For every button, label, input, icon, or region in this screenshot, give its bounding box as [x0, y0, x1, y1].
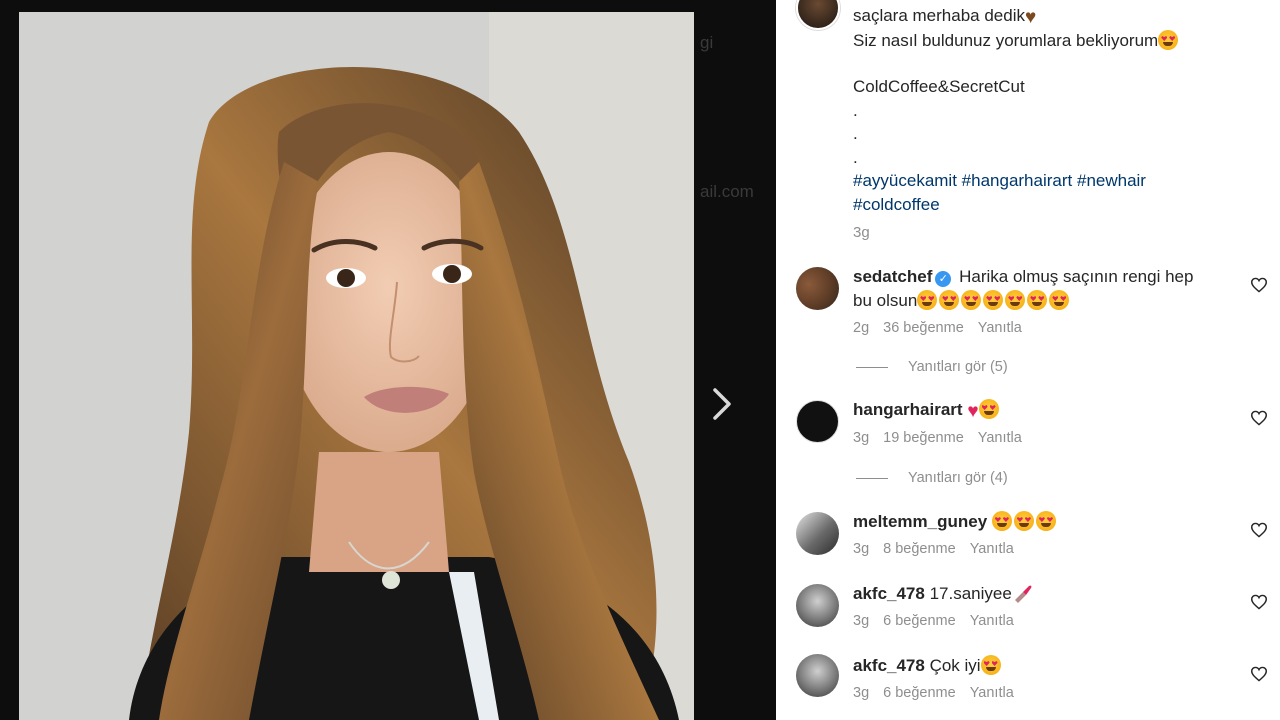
next-photo-button[interactable] — [706, 382, 738, 426]
comment-meta: 3g 6 beğenme Yanıtla — [853, 613, 1014, 629]
comment-body: meltemm_guney — [853, 510, 1233, 534]
caption-line: ColdCoffee&SecretCut — [853, 77, 1025, 96]
commenter-avatar[interactable] — [796, 584, 839, 627]
lipstick-emoji — [1014, 585, 1032, 603]
star-struck-emoji — [1158, 30, 1179, 50]
chevron-right-icon — [713, 388, 731, 420]
caption-time[interactable]: 3g — [853, 224, 870, 241]
portrait-illustration — [19, 12, 694, 720]
comment-time[interactable]: 3g — [853, 541, 869, 557]
heart-outline-icon[interactable] — [1250, 522, 1268, 538]
hashtag-link[interactable]: #ayyücekamit — [853, 171, 957, 190]
comment-body: akfc_478 17.saniyee — [853, 582, 1233, 606]
heart-eyes-emoji — [978, 399, 999, 419]
commenter-avatar[interactable] — [796, 654, 839, 697]
hashtag-link[interactable]: #coldcoffee — [853, 195, 940, 214]
comment-time[interactable]: 3g — [853, 685, 869, 701]
comment-meta: 3g 6 beğenme Yanıtla — [853, 685, 1014, 701]
caption-line: Siz nasıl buldunuz yorumlara bekliyorum — [853, 30, 1180, 51]
verified-badge-icon: ✓ — [935, 271, 952, 287]
commenter-username[interactable]: meltemm_guney — [853, 512, 987, 531]
brown-heart-emoji: ♥ — [1024, 7, 1037, 28]
backdrop-text: ail.com — [700, 182, 754, 201]
backdrop-text: gi — [700, 33, 714, 52]
heart-eyes-emoji — [1013, 511, 1034, 531]
comments-panel: saçlara merhaba dedik♥ Siz nasıl buldunu… — [776, 0, 1280, 720]
heart-outline-icon[interactable] — [1250, 594, 1268, 610]
commenter-avatar[interactable] — [796, 400, 839, 443]
hashtag-line: #coldcoffee — [853, 195, 940, 215]
reply-button[interactable]: Yanıtla — [970, 685, 1014, 701]
caption-dot: . — [853, 101, 858, 120]
comment-body: hangarhairart ♥ — [853, 398, 1233, 424]
divider — [856, 366, 888, 368]
commenter-avatar[interactable] — [796, 267, 839, 310]
hashtag-line: #ayyücekamit #hangarhairart #newhair — [853, 171, 1146, 191]
commenter-avatar[interactable] — [796, 512, 839, 555]
heart-eyes-emoji — [980, 655, 1001, 675]
view-replies-button[interactable]: Yanıtları gör (4) — [856, 470, 1008, 486]
star-struck-emoji — [939, 290, 960, 310]
comment-text: Harika olmuş saçının rengi hep — [959, 267, 1194, 286]
caption-dot: . — [853, 124, 858, 143]
comment-meta: 3g 19 beğenme Yanıtla — [853, 430, 1022, 446]
heart-eyes-emoji — [991, 511, 1012, 531]
author-avatar[interactable] — [796, 0, 840, 30]
star-struck-emoji — [917, 290, 938, 310]
star-struck-emoji — [1005, 290, 1026, 310]
caption-dot: . — [853, 148, 858, 167]
caption-line: saçlara merhaba dedik♥ — [853, 6, 1037, 28]
post-photo[interactable] — [19, 12, 694, 720]
divider — [856, 477, 888, 479]
commenter-username[interactable]: sedatchef — [853, 267, 932, 286]
comment-likes[interactable]: 36 beğenme — [883, 320, 964, 336]
comment-body: akfc_478 Çok iyi — [853, 654, 1233, 678]
heart-outline-icon[interactable] — [1250, 410, 1268, 426]
reply-button[interactable]: Yanıtla — [970, 613, 1014, 629]
star-struck-emoji — [983, 290, 1004, 310]
comment-time[interactable]: 3g — [853, 430, 869, 446]
commenter-username[interactable]: hangarhairart — [853, 400, 963, 419]
red-heart-emoji: ♥ — [967, 401, 979, 422]
comment-body: sedatchef ✓ Harika olmuş saçının rengi he… — [853, 265, 1233, 313]
commenter-username[interactable]: akfc_478 — [853, 584, 925, 603]
heart-eyes-emoji — [1035, 511, 1056, 531]
comment-likes[interactable]: 6 beğenme — [883, 613, 956, 629]
reply-button[interactable]: Yanıtla — [978, 320, 1022, 336]
view-replies-button[interactable]: Yanıtları gör (5) — [856, 359, 1008, 375]
comment-text: Çok iyi — [929, 656, 981, 675]
comment-text: 17.saniyee — [929, 584, 1012, 603]
heart-outline-icon[interactable] — [1250, 666, 1268, 682]
hashtag-link[interactable]: #newhair — [1077, 171, 1146, 190]
reply-button[interactable]: Yanıtla — [970, 541, 1014, 557]
reply-button[interactable]: Yanıtla — [978, 430, 1022, 446]
comment-time[interactable]: 3g — [853, 613, 869, 629]
comment-likes[interactable]: 19 beğenme — [883, 430, 964, 446]
star-struck-emoji — [961, 290, 982, 310]
comment-text: bu olsun — [853, 291, 918, 310]
comment-likes[interactable]: 8 beğenme — [883, 541, 956, 557]
star-struck-emoji — [1049, 290, 1070, 310]
comment-meta: 2g 36 beğenme Yanıtla — [853, 320, 1022, 336]
heart-outline-icon[interactable] — [1250, 277, 1268, 293]
comment-likes[interactable]: 6 beğenme — [883, 685, 956, 701]
instagram-post-modal: gi ail.com saçlara merhaba dedik♥ Siz na… — [0, 0, 1280, 720]
comment-time[interactable]: 2g — [853, 320, 869, 336]
hashtag-link[interactable]: #hangarhairart — [962, 171, 1073, 190]
commenter-username[interactable]: akfc_478 — [853, 656, 925, 675]
comment-meta: 3g 8 beğenme Yanıtla — [853, 541, 1014, 557]
star-struck-emoji — [1027, 290, 1048, 310]
